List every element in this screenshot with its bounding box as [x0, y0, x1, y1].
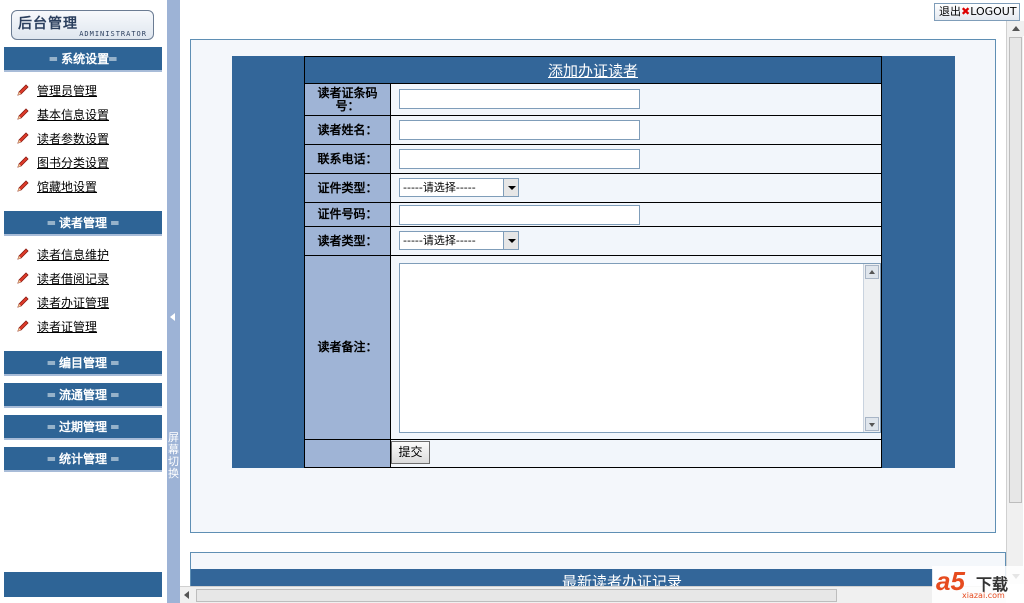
sidebar-item-label[interactable]: 读者信息维护 — [37, 246, 109, 263]
scroll-up-icon[interactable] — [1007, 21, 1024, 36]
sidebar-item-borrow-records[interactable]: 读者借阅记录 — [16, 266, 156, 290]
reader-type-select[interactable]: -----请选择----- — [399, 231, 519, 250]
admin-logo: 后台管理 ADMINISTRATOR — [11, 10, 154, 40]
sidebar-item-label[interactable]: 读者办证管理 — [37, 294, 109, 311]
scroll-down-icon[interactable] — [865, 417, 879, 431]
sidebar-item-label[interactable]: 读者证管理 — [37, 318, 97, 335]
id-number-input[interactable] — [399, 205, 640, 225]
sidebar: 后台管理 ADMINISTRATOR ═ 系统设置═ 管理员管理 基本信息设置 … — [0, 0, 167, 603]
pencil-icon — [17, 320, 29, 332]
field-label: 读者证条码号： — [305, 84, 391, 115]
row-reader-name: 读者姓名： — [304, 116, 882, 145]
sidebar-item-label[interactable]: 馆藏地设置 — [37, 178, 97, 195]
sidebar-item-label[interactable]: 管理员管理 — [37, 82, 97, 99]
sidebar-item-card-issuance[interactable]: 读者办证管理 — [16, 290, 156, 314]
logout-cn-label: 退出 — [939, 5, 961, 18]
form-title: 添加办证读者 — [304, 56, 882, 84]
pencil-icon — [17, 108, 29, 120]
sidebar-item-location[interactable]: 馆藏地设置 — [16, 174, 156, 198]
scroll-left-icon[interactable] — [180, 587, 195, 603]
menu-header-cataloging[interactable]: ═ 编目管理 ═ — [4, 351, 162, 376]
field-label: 联系电话： — [305, 145, 391, 173]
reader-type-selected: -----请选择----- — [403, 234, 476, 247]
textarea-scrollbar[interactable] — [863, 264, 880, 432]
field-label: 读者姓名： — [305, 116, 391, 144]
id-type-selected: -----请选择----- — [403, 181, 476, 194]
form-frame: 添加办证读者 读者证条码号： 读者姓名： 联系电话： 证件类型： -----请选… — [232, 56, 955, 468]
a5-watermark-logo: a5 下载 xiazai.com — [932, 566, 1024, 603]
page-vertical-scrollbar[interactable] — [1006, 21, 1024, 584]
page-horizontal-scrollbar[interactable] — [180, 586, 1006, 603]
sidebar-item-reader-params[interactable]: 读者参数设置 — [16, 126, 156, 150]
chevron-down-icon[interactable] — [503, 232, 518, 249]
add-reader-panel: 添加办证读者 读者证条码号： 读者姓名： 联系电话： 证件类型： -----请选… — [190, 39, 996, 533]
main-content: 退出✖LOGOUT 添加办证读者 读者证条码号： 读者姓名： 联系电话： 证件类… — [180, 0, 1024, 603]
scroll-thumb[interactable] — [1009, 37, 1022, 503]
watermark-brand: a5 — [936, 566, 965, 596]
scroll-up-icon[interactable] — [865, 265, 879, 279]
reader-name-input[interactable] — [399, 120, 640, 140]
screen-toggle-splitter[interactable]: 屏幕切换 — [167, 0, 180, 603]
row-reader-type: 读者类型： -----请选择----- — [304, 227, 882, 256]
add-reader-form: 添加办证读者 读者证条码号： 读者姓名： 联系电话： 证件类型： -----请选… — [304, 56, 882, 468]
sidebar-footer-bar — [4, 572, 162, 597]
chevron-left-icon[interactable] — [170, 313, 175, 321]
menu-header-overdue[interactable]: ═ 过期管理 ═ — [4, 415, 162, 440]
sidebar-item-admin[interactable]: 管理员管理 — [16, 78, 156, 102]
menu-list-system-settings: 管理员管理 基本信息设置 读者参数设置 图书分类设置 馆藏地设置 — [16, 78, 156, 198]
sidebar-item-label[interactable]: 读者借阅记录 — [37, 270, 109, 287]
field-label: 证件类型： — [305, 174, 391, 202]
pencil-icon — [17, 272, 29, 284]
submit-button[interactable]: 提交 — [391, 441, 430, 464]
menu-header-circulation[interactable]: ═ 流通管理 ═ — [4, 383, 162, 408]
logout-en-label: LOGOUT — [970, 5, 1017, 18]
sidebar-item-basic-info[interactable]: 基本信息设置 — [16, 102, 156, 126]
field-label: 读者类型： — [305, 227, 391, 255]
sidebar-item-card-management[interactable]: 读者证管理 — [16, 314, 156, 338]
row-id-type: 证件类型： -----请选择----- — [304, 174, 882, 203]
watermark-url: xiazai.com — [962, 591, 1005, 600]
row-phone: 联系电话： — [304, 145, 882, 174]
menu-header-reader-management[interactable]: ═ 读者管理 ═ — [4, 211, 162, 236]
logo-subtitle: ADMINISTRATOR — [79, 30, 147, 38]
submit-label-cell — [305, 440, 391, 467]
pencil-icon — [17, 156, 29, 168]
menu-list-reader-management: 读者信息维护 读者借阅记录 读者办证管理 读者证管理 — [16, 242, 156, 338]
chevron-down-icon[interactable] — [503, 179, 518, 196]
remarks-textarea[interactable] — [399, 263, 881, 433]
row-id-number: 证件号码： — [304, 203, 882, 227]
sidebar-item-book-category[interactable]: 图书分类设置 — [16, 150, 156, 174]
id-type-select[interactable]: -----请选择----- — [399, 178, 519, 197]
row-submit: 提交 — [304, 440, 882, 468]
field-label: 证件号码： — [305, 203, 391, 226]
field-label: 读者备注： — [305, 256, 391, 439]
pencil-icon — [17, 180, 29, 192]
close-icon: ✖ — [961, 5, 971, 18]
card-barcode-input[interactable] — [399, 89, 640, 109]
phone-input[interactable] — [399, 149, 640, 169]
logout-button[interactable]: 退出✖LOGOUT — [934, 3, 1020, 21]
pencil-icon — [17, 248, 29, 260]
app-window: 后台管理 ADMINISTRATOR ═ 系统设置═ 管理员管理 基本信息设置 … — [0, 0, 1024, 603]
logo-title: 后台管理 — [18, 16, 78, 32]
menu-header-system-settings[interactable]: ═ 系统设置═ — [4, 47, 162, 72]
screen-toggle-label[interactable]: 屏幕切换 — [167, 432, 180, 480]
sidebar-item-label[interactable]: 图书分类设置 — [37, 154, 109, 171]
sidebar-item-label[interactable]: 读者参数设置 — [37, 130, 109, 147]
row-card-barcode: 读者证条码号： — [304, 84, 882, 116]
sidebar-item-reader-info[interactable]: 读者信息维护 — [16, 242, 156, 266]
row-remarks: 读者备注： — [304, 256, 882, 440]
sidebar-item-label[interactable]: 基本信息设置 — [37, 106, 109, 123]
scroll-thumb[interactable] — [196, 589, 837, 602]
pencil-icon — [17, 132, 29, 144]
pencil-icon — [17, 84, 29, 96]
menu-header-statistics[interactable]: ═ 统计管理 ═ — [4, 447, 162, 472]
pencil-icon — [17, 296, 29, 308]
